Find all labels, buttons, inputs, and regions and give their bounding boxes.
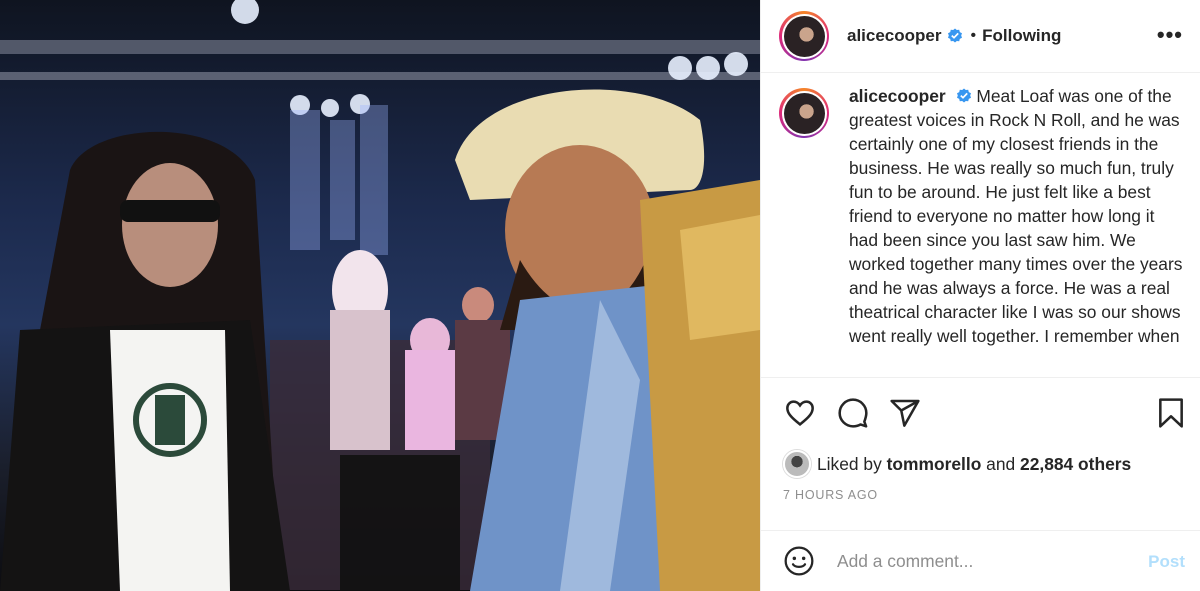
caption-avatar[interactable] xyxy=(779,88,829,138)
likes-count[interactable]: 22,884 others xyxy=(1020,454,1131,475)
caption-username[interactable]: alicecooper xyxy=(849,86,946,106)
caption-text: Meat Loaf was one of the greatest voices… xyxy=(849,86,1183,346)
verified-badge-icon xyxy=(956,88,971,103)
comment-bar: Post xyxy=(761,530,1200,591)
liked-by-prefix: Liked by xyxy=(817,453,882,474)
post-media[interactable] xyxy=(0,0,760,591)
video-frame xyxy=(0,0,760,591)
comment-input[interactable] xyxy=(837,550,1137,572)
emoji-smile-icon[interactable] xyxy=(783,545,815,577)
more-options-icon[interactable]: ••• xyxy=(1157,24,1183,46)
likes-summary[interactable]: Liked by tommorello and 22,884 others xyxy=(783,450,1131,478)
separator-dot: • xyxy=(970,27,977,44)
liked-by-conjunction: and xyxy=(986,453,1016,474)
paper-plane-icon[interactable] xyxy=(889,397,921,429)
post-comment-button[interactable]: Post xyxy=(1148,552,1185,572)
post-timestamp[interactable]: 7 HOURS AGO xyxy=(783,488,878,502)
liked-by-user[interactable]: tommorello xyxy=(887,454,982,475)
comment-bubble-icon[interactable] xyxy=(837,397,869,429)
following-button[interactable]: Following xyxy=(982,26,1061,46)
liker-avatar[interactable] xyxy=(783,450,811,478)
post-sidebar: alicecooper • Following ••• alicecooper … xyxy=(760,0,1200,591)
bookmark-icon[interactable] xyxy=(1157,397,1185,429)
heart-icon[interactable] xyxy=(783,397,817,429)
post-header: alicecooper • Following ••• xyxy=(761,0,1200,73)
verified-badge-icon xyxy=(947,28,962,43)
caption-section: alicecooper Meat Loaf was one of the gre… xyxy=(761,74,1200,378)
header-username[interactable]: alicecooper xyxy=(847,26,942,46)
caption-text-block: alicecooper Meat Loaf was one of the gre… xyxy=(849,84,1183,377)
action-bar xyxy=(761,393,1200,433)
avatar[interactable] xyxy=(779,11,829,61)
